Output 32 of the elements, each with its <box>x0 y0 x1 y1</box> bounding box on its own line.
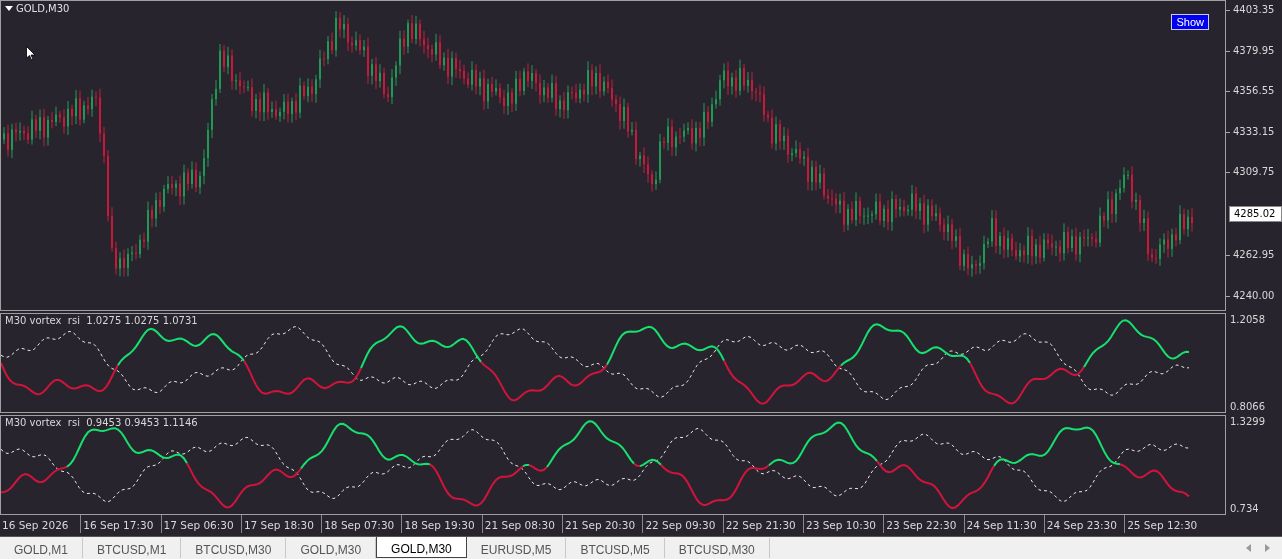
time-label: 18 Sep 19:30 <box>401 515 482 533</box>
price-label: 4333.15 <box>1226 124 1282 139</box>
time-label: 22 Sep 09:30 <box>642 515 723 533</box>
price-label: 4379.95 <box>1226 43 1282 58</box>
scale-value: 0.8066 <box>1229 400 1266 413</box>
time-label: 23 Sep 10:30 <box>802 515 884 533</box>
chart-title: GOLD,M30 <box>16 3 70 14</box>
price-label: 4403.35 <box>1226 3 1282 17</box>
time-label: 21 Sep 08:30 <box>481 515 563 533</box>
time-label: 17 Sep 06:30 <box>160 515 241 533</box>
time-label: 23 Sep 22:30 <box>883 515 964 533</box>
chart-tab[interactable]: GOLD,M30 <box>376 537 467 558</box>
time-label: 18 Sep 07:30 <box>321 515 402 533</box>
current-price-label: 4285.02 <box>1229 205 1282 222</box>
scale-value: 1.2058 <box>1229 313 1266 326</box>
time-label: 16 Sep 2026 <box>1 518 70 533</box>
price-label: 4240.00 <box>1226 288 1282 303</box>
time-label: 24 Sep 23:30 <box>1043 515 1125 533</box>
time-label: 25 Sep 12:30 <box>1124 515 1205 533</box>
price-label: 4356.55 <box>1226 84 1282 99</box>
scale-value: 1.3299 <box>1229 415 1266 428</box>
indicator-label: M30 vortex rsi 0.9453 0.9453 1.1146 <box>5 417 198 428</box>
show-button[interactable]: Show <box>1171 14 1209 30</box>
price-label: 4309.75 <box>1226 165 1282 180</box>
time-label: 16 Sep 17:30 <box>80 515 161 533</box>
time-label: 21 Sep 20:30 <box>562 515 643 533</box>
time-label: 17 Sep 18:30 <box>240 515 322 533</box>
scale-value: 0.734 <box>1229 502 1260 515</box>
price-label: 4262.95 <box>1226 248 1282 263</box>
indicator-label: M30 vortex rsi 1.0275 1.0275 1.0731 <box>5 315 198 326</box>
time-label: 22 Sep 21:30 <box>722 515 803 533</box>
time-label: 24 Sep 11:30 <box>963 515 1044 533</box>
